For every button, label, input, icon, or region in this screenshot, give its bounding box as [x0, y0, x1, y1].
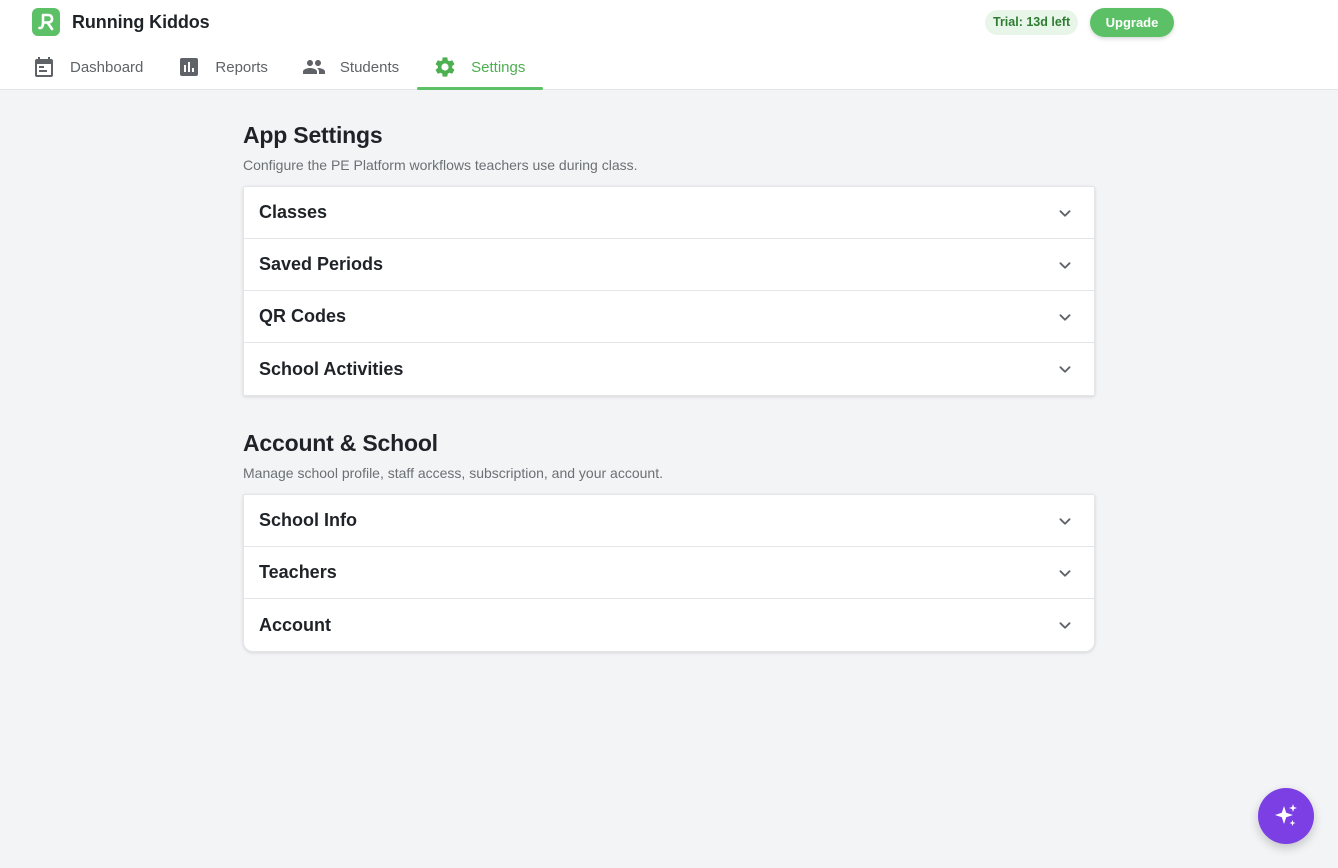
settings-content: App Settings Configure the PE Platform w…	[243, 122, 1095, 652]
bar-chart-icon	[180, 58, 199, 76]
accordion-teachers[interactable]: Teachers	[244, 547, 1094, 599]
tab-reports[interactable]: Reports	[161, 48, 286, 90]
chevron-down-icon	[1059, 622, 1071, 629]
tab-dashboard[interactable]: Dashboard	[16, 48, 161, 90]
accordion-school-info[interactable]: School Info	[244, 495, 1094, 547]
accordion-label: School Info	[259, 510, 357, 530]
gear-icon	[435, 57, 455, 77]
chevron-down-icon	[1059, 517, 1071, 525]
people-icon	[302, 60, 325, 74]
app-settings-subtitle: Configure the PE Platform workflows teac…	[243, 157, 638, 173]
app-settings-title: App Settings	[243, 122, 383, 148]
account-school-section: Account & School Manage school profile, …	[243, 430, 1095, 652]
top-bar: Running Kiddos Trial: 13d left Upgrade D…	[0, 0, 1338, 90]
app-name: Running Kiddos	[72, 11, 210, 32]
brand[interactable]: Running Kiddos	[32, 8, 210, 36]
accordion-qr-codes[interactable]: QR Codes	[244, 291, 1094, 343]
account-school-panel: School Info Teachers Account	[243, 494, 1095, 652]
chevron-down-icon	[1059, 261, 1071, 269]
sparkles-icon	[1275, 804, 1297, 826]
chevron-down-icon	[1059, 569, 1071, 577]
accordion-label: Teachers	[259, 562, 337, 582]
upgrade-button[interactable]: Upgrade	[1090, 8, 1174, 37]
accordion-account[interactable]: Account	[244, 599, 1094, 651]
calendar-icon	[35, 57, 53, 77]
trial-badge: Trial: 13d left	[985, 10, 1079, 35]
tab-students-label: Students	[339, 58, 400, 76]
accordion-classes[interactable]: Classes	[244, 187, 1094, 239]
accordion-school-activities[interactable]: School Activities	[244, 343, 1094, 395]
accordion-saved-periods[interactable]: Saved Periods	[244, 239, 1094, 291]
app-settings-section: App Settings Configure the PE Platform w…	[243, 122, 1095, 396]
chevron-down-icon	[1059, 209, 1071, 217]
account-school-subtitle: Manage school profile, staff access, sub…	[243, 465, 663, 481]
ai-assistant-button[interactable]	[1258, 788, 1314, 844]
accordion-label: Classes	[259, 202, 328, 222]
app-settings-panel: Classes Saved Periods QR Codes School Ac…	[243, 186, 1095, 396]
accordion-label: QR Codes	[259, 306, 347, 326]
tab-reports-label: Reports	[215, 58, 268, 76]
main-nav: Dashboard Reports Students Settings	[16, 48, 544, 90]
tab-students[interactable]: Students	[286, 48, 417, 90]
tab-settings-label: Settings	[471, 58, 526, 76]
accordion-label: Saved Periods	[259, 254, 384, 274]
chevron-down-icon	[1059, 366, 1071, 373]
accordion-label: School Activities	[259, 358, 404, 379]
tab-dashboard-label: Dashboard	[70, 58, 144, 76]
account-school-title: Account & School	[243, 430, 438, 456]
app-logo-icon	[32, 8, 60, 36]
accordion-label: Account	[259, 614, 331, 635]
tab-settings[interactable]: Settings	[417, 48, 544, 90]
chevron-down-icon	[1059, 313, 1071, 321]
